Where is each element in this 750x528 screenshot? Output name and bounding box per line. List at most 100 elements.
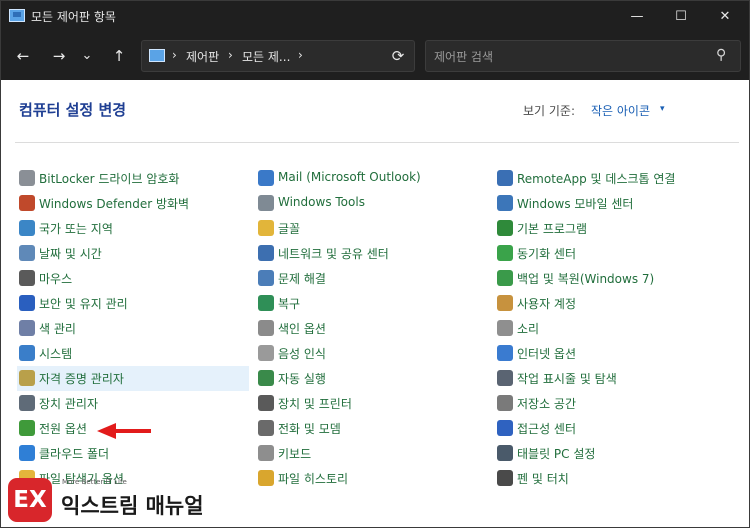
cloud-folder-icon [19,445,35,461]
network-icon [258,245,274,261]
control-panel-item[interactable]: 자동 실행 [256,366,488,391]
control-panel-item[interactable]: 저장소 공간 [495,391,727,416]
view-by-dropdown[interactable]: 작은 아이콘 [591,102,650,119]
breadcrumb-control-panel[interactable]: 제어판 [186,48,219,65]
up-arrow-icon[interactable]: ↑ [107,44,131,68]
control-panel-item-label: 인터넷 옵션 [517,347,577,361]
arrow-head [97,423,116,439]
brand-logo: EX [8,478,52,522]
control-panel-item[interactable]: 동기화 센터 [495,241,727,266]
control-panel-item[interactable]: RemoteApp 및 데스크톱 연결 [495,166,727,191]
control-panel-item[interactable]: Mail (Microsoft Outlook) [256,166,488,191]
control-panel-item-label: 전화 및 모뎀 [278,422,341,436]
control-panel-item-label: Mail (Microsoft Outlook) [278,170,421,184]
fonts-icon [258,220,274,236]
control-panel-item[interactable]: 장치 및 프린터 [256,391,488,416]
mail-icon [258,170,274,186]
control-panel-item[interactable]: 전화 및 모뎀 [256,416,488,441]
control-panel-item[interactable]: 글꼴 [256,216,488,241]
control-panel-item[interactable]: 백업 및 복원(Windows 7) [495,266,727,291]
search-input[interactable] [432,47,706,67]
clock-icon [19,245,35,261]
control-panel-item-label: 음성 인식 [278,347,326,361]
address-bar[interactable]: › 제어판 › 모든 제... › ⟳ [141,40,415,72]
control-panel-item-label: 장치 관리자 [39,397,99,411]
close-button[interactable]: ✕ [703,1,747,32]
breadcrumb-all-items[interactable]: 모든 제... [242,48,290,65]
back-arrow-icon[interactable]: ← [11,44,35,68]
control-panel-item[interactable]: 색 관리 [17,316,249,341]
control-panel-item[interactable]: 장치 관리자 [17,391,249,416]
mobility-icon [497,195,513,211]
remoteapp-icon [497,170,513,186]
control-panel-item[interactable]: 키보드 [256,441,488,466]
forward-arrow-icon[interactable]: → [47,44,71,68]
divider [15,142,739,143]
minimize-button[interactable]: — [615,1,659,32]
control-panel-item[interactable]: 사용자 계정 [495,291,727,316]
control-panel-item[interactable]: 시스템 [17,341,249,366]
internet-options-icon [497,345,513,361]
troubleshoot-icon [258,270,274,286]
control-panel-item[interactable]: 날짜 및 시간 [17,241,249,266]
control-panel-item[interactable]: 자격 증명 관리자 [17,366,249,391]
keyboard-icon [258,445,274,461]
control-panel-item[interactable]: Windows Defender 방화벽 [17,191,249,216]
control-panel-item-label: BitLocker 드라이브 암호화 [39,172,180,186]
control-panel-item[interactable]: 클라우드 폴더 [17,441,249,466]
control-panel-item[interactable]: 인터넷 옵션 [495,341,727,366]
control-panel-item-label: Windows Defender 방화벽 [39,197,190,211]
title-bar: 모든 제어판 항목 — ☐ ✕ [1,1,749,32]
control-panel-item-label: 소리 [517,322,540,336]
control-panel-item[interactable]: 색인 옵션 [256,316,488,341]
control-panel-item-label: 시스템 [39,347,73,361]
control-panel-item-label: 전원 옵션 [39,422,87,436]
power-icon [19,420,35,436]
control-panel-item-label: 문제 해결 [278,272,326,286]
taskbar-icon [497,370,513,386]
control-panel-item-label: 파일 히스토리 [278,472,349,486]
control-panel-item[interactable]: 소리 [495,316,727,341]
search-icon[interactable]: ⚲ [716,48,730,62]
recovery-icon [258,295,274,311]
mouse-icon [19,270,35,286]
breadcrumb-dropdown-chevron[interactable]: › [298,48,303,62]
search-box[interactable]: ⚲ [425,40,741,72]
control-panel-item[interactable]: 네트워크 및 공유 센터 [256,241,488,266]
control-panel-item[interactable]: 접근성 센터 [495,416,727,441]
backup-icon [497,270,513,286]
control-panel-item[interactable]: Windows Tools [256,191,488,216]
chevron-down-icon[interactable]: ▾ [660,102,665,116]
control-panel-item[interactable]: 복구 [256,291,488,316]
control-panel-item-label: 글꼴 [278,222,301,236]
control-panel-item[interactable]: 국가 또는 지역 [17,216,249,241]
microphone-icon [258,345,274,361]
brand-name: 익스트림 매뉴얼 [61,494,204,518]
control-panel-item[interactable]: BitLocker 드라이브 암호화 [17,166,249,191]
control-panel-item-label: 저장소 공간 [517,397,577,411]
maximize-button[interactable]: ☐ [659,1,703,32]
control-panel-item[interactable]: 펜 및 터치 [495,466,727,491]
control-panel-item[interactable]: Windows 모바일 센터 [495,191,727,216]
control-panel-item-label: 날짜 및 시간 [39,247,102,261]
control-panel-item-label: RemoteApp 및 데스크톱 연결 [517,172,676,186]
control-panel-item-label: 색 관리 [39,322,76,336]
accessibility-icon [497,420,513,436]
bitlocker-icon [19,170,35,186]
control-panel-item[interactable]: 태블릿 PC 설정 [495,441,727,466]
control-panel-item[interactable]: 파일 히스토리 [256,466,488,491]
control-panel-item[interactable]: 음성 인식 [256,341,488,366]
breadcrumb-separator: › [228,48,233,62]
control-panel-item[interactable]: 문제 해결 [256,266,488,291]
control-panel-item-label: 사용자 계정 [517,297,577,311]
control-panel-item[interactable]: 작업 표시줄 및 탐색 [495,366,727,391]
control-panel-item[interactable]: 기본 프로그램 [495,216,727,241]
control-panel-item[interactable]: 보안 및 유지 관리 [17,291,249,316]
control-panel-item[interactable]: 마우스 [17,266,249,291]
recent-locations-chevron-icon[interactable]: ⌄ [77,44,97,68]
control-panel-icon [149,49,165,62]
arrow-shaft [115,429,151,433]
refresh-icon[interactable]: ⟳ [386,45,410,67]
control-panel-item-label: 자동 실행 [278,372,326,386]
system-icon [19,345,35,361]
